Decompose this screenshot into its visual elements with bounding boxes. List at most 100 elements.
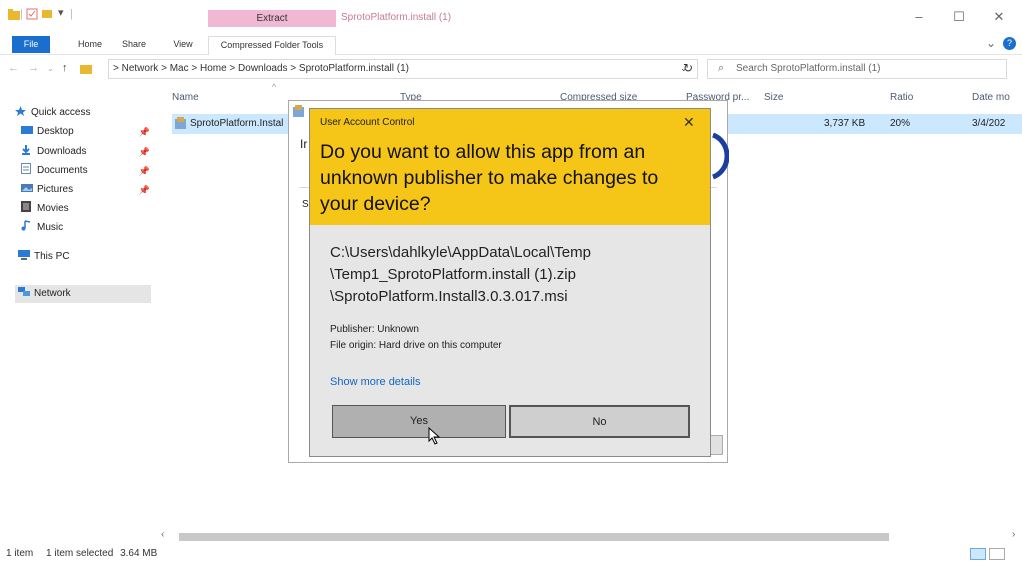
location-folder-icon — [80, 63, 92, 78]
sidebar-item-pictures[interactable]: Pictures 📌 — [18, 181, 154, 199]
sidebar-item-label: This PC — [34, 251, 70, 262]
status-size: 3.64 MB — [120, 548, 158, 559]
pc-icon — [18, 249, 30, 260]
column-header-size[interactable]: Size — [764, 92, 783, 103]
uac-file-origin: File origin: Hard drive on this computer — [330, 340, 502, 351]
address-row: ← → ⌄ ↑ > Network > Mac > Home > Downloa… — [0, 55, 1022, 83]
customize-quick-access-icon[interactable]: ▾ — [58, 6, 64, 19]
maximize-button[interactable]: ☐ — [944, 8, 974, 26]
new-folder-quick-icon[interactable] — [42, 8, 52, 23]
close-button[interactable]: ✕ — [984, 8, 1014, 26]
pin-icon: 📌 — [138, 166, 150, 176]
sidebar-item-label: Desktop — [37, 126, 74, 137]
tab-view[interactable]: View — [168, 36, 198, 53]
ribbon-tabs: File Home Share View Compressed Folder T… — [0, 33, 1022, 55]
sidebar-item-label: Pictures — [37, 184, 74, 195]
sidebar-item-label: Downloads — [37, 146, 87, 157]
installer-file-icon — [174, 117, 187, 133]
uac-question: Do you want to allow this app from an un… — [320, 141, 659, 215]
sidebar-item-label: Quick access — [31, 107, 91, 118]
navigation-pane: Quick access Desktop 📌 Downloads 📌 Docum… — [0, 84, 156, 524]
sidebar-item-desktop[interactable]: Desktop 📌 — [18, 123, 154, 141]
search-icon: ⌕ — [718, 62, 725, 74]
file-name: SprotoPlatform.Instal — [190, 118, 284, 129]
forward-arrow-icon[interactable]: → — [28, 62, 39, 74]
uac-publisher: Publisher: Unknown — [330, 324, 419, 335]
file-ratio: 20% — [890, 118, 911, 129]
sidebar-item-this-pc[interactable]: This PC — [15, 248, 151, 266]
installer-window-icon — [292, 105, 305, 121]
address-bar[interactable]: > Network > Mac > Home > Downloads > Spr… — [108, 59, 698, 79]
network-icon — [18, 286, 30, 296]
scroll-right-icon[interactable]: › — [1012, 529, 1015, 540]
tab-home[interactable]: Home — [70, 36, 110, 53]
sidebar-item-label: Network — [34, 288, 71, 299]
pictures-icon — [21, 182, 33, 192]
window-title: SprotoPlatform.install (1) — [341, 12, 452, 23]
sidebar-item-documents[interactable]: Documents 📌 — [18, 162, 154, 180]
movies-icon — [21, 201, 33, 212]
back-arrow-icon[interactable]: ← — [8, 62, 19, 74]
folder-icon — [8, 9, 20, 24]
tab-share[interactable]: Share — [116, 36, 152, 53]
column-header-date[interactable]: Date mo — [972, 92, 1010, 103]
horizontal-scrollbar[interactable]: ‹ › — [157, 529, 1022, 543]
installer-text-fragment: S — [302, 199, 309, 210]
scroll-left-icon[interactable]: ‹ — [161, 529, 164, 540]
sort-indicator-icon: ^ — [272, 82, 277, 92]
help-icon[interactable]: ? — [1003, 37, 1016, 50]
uac-dialog: User Account Control ✕ Do you want to al… — [309, 108, 711, 457]
expand-ribbon-icon[interactable]: ⌄ — [986, 36, 996, 50]
sidebar-item-label: Documents — [37, 165, 88, 176]
uac-program-path: C:\Users\dahlkyle\AppData\Local\Temp \Te… — [330, 242, 700, 308]
sidebar-item-network[interactable]: Network — [15, 285, 151, 303]
tab-file[interactable]: File — [12, 36, 50, 53]
installer-logo-icon — [711, 131, 730, 184]
column-header-name[interactable]: Name — [172, 92, 199, 103]
scrollbar-thumb[interactable] — [179, 533, 889, 541]
star-icon — [15, 105, 27, 116]
no-button[interactable]: No — [509, 405, 690, 438]
path-line: C:\Users\dahlkyle\AppData\Local\Temp — [330, 244, 591, 261]
sidebar-item-music[interactable]: Music — [18, 219, 154, 237]
uac-close-button[interactable]: ✕ — [683, 114, 695, 131]
file-date: 3/4/202 — [972, 118, 1006, 129]
title-bar: | ▾ | Extract SprotoPlatform.install (1)… — [0, 0, 1022, 32]
sidebar-item-label: Movies — [37, 203, 69, 214]
uac-caption: User Account Control — [320, 117, 415, 128]
installer-button-edge — [709, 435, 723, 455]
sidebar-item-movies[interactable]: Movies — [18, 200, 154, 218]
refresh-button[interactable]: ↻ — [683, 61, 693, 75]
status-selected: 1 item selected — [46, 548, 114, 559]
pin-icon: 📌 — [138, 147, 150, 157]
path-line: \Temp1_SprotoPlatform.install (1).zip — [330, 266, 576, 283]
installer-heading-fragment: Ir — [300, 137, 308, 151]
sidebar-item-quick-access[interactable]: Quick access — [12, 104, 148, 122]
sidebar-item-label: Music — [37, 222, 64, 233]
details-view-icon[interactable] — [970, 548, 986, 560]
extract-contextual-tab[interactable]: Extract — [208, 10, 336, 27]
properties-quick-icon[interactable] — [26, 8, 38, 23]
path-line: \SprotoPlatform.Install3.0.3.017.msi — [330, 288, 568, 305]
music-icon — [21, 220, 33, 231]
minimize-button[interactable]: – — [904, 8, 934, 26]
large-icons-view-icon[interactable] — [989, 548, 1005, 560]
column-header-ratio[interactable]: Ratio — [890, 92, 913, 103]
tab-compressed-folder-tools[interactable]: Compressed Folder Tools — [208, 36, 336, 55]
file-size: 3,737 KB — [824, 118, 866, 129]
uac-header: User Account Control ✕ Do you want to al… — [310, 109, 710, 225]
sidebar-item-downloads[interactable]: Downloads 📌 — [18, 143, 154, 161]
pin-icon: 📌 — [138, 127, 150, 137]
documents-icon — [21, 163, 33, 174]
download-icon — [21, 144, 33, 155]
desktop-icon — [21, 124, 33, 134]
status-item-count: 1 item — [6, 548, 34, 559]
recent-locations-icon[interactable]: ⌄ — [47, 64, 54, 73]
pin-icon: 📌 — [138, 185, 150, 195]
mouse-cursor-icon — [428, 426, 442, 448]
yes-button[interactable]: Yes — [332, 405, 506, 438]
search-input[interactable]: Search SprotoPlatform.install (1) — [707, 59, 1007, 79]
up-arrow-icon[interactable]: ↑ — [62, 62, 68, 74]
status-bar: 1 item 1 item selected 3.64 MB — [0, 545, 1022, 563]
show-more-details-link[interactable]: Show more details — [330, 376, 421, 388]
